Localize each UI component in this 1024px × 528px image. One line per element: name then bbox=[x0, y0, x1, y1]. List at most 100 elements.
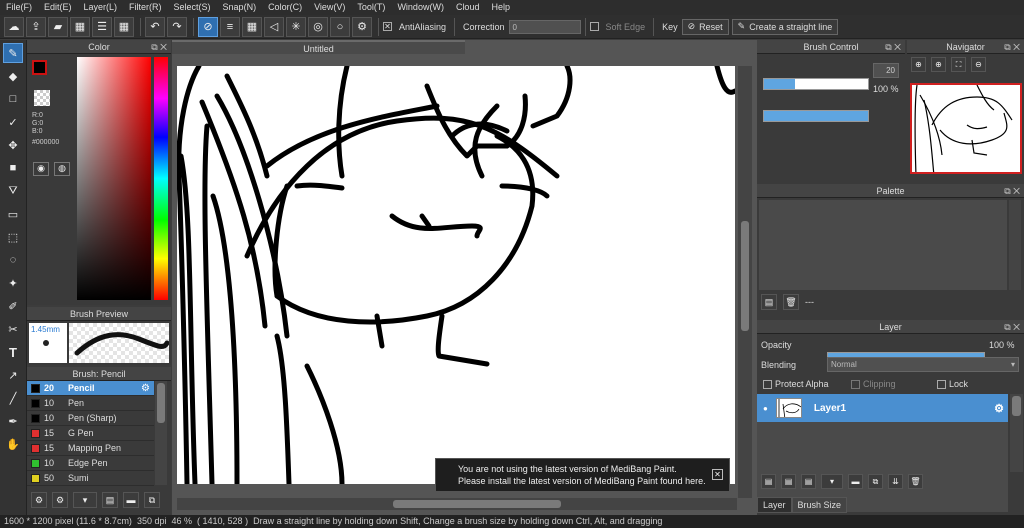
snap-parallel-icon[interactable]: ≡ bbox=[220, 16, 240, 37]
menu-item[interactable]: Tool(T) bbox=[351, 0, 391, 15]
bucket-tool-icon[interactable]: ⛛ bbox=[3, 181, 23, 201]
eyedropper-tool-icon[interactable]: ✒ bbox=[3, 411, 23, 431]
magic-wand-tool-icon[interactable]: ✦ bbox=[3, 273, 23, 293]
panel-popout-icon[interactable]: ⧉ ✕ bbox=[1004, 184, 1020, 198]
gear-icon[interactable]: ⚙ bbox=[994, 402, 1004, 415]
gradient-tool-icon[interactable]: ▭ bbox=[3, 204, 23, 224]
layer-row[interactable]: ● Layer1 ⚙ bbox=[757, 394, 1008, 422]
menu-item[interactable]: Snap(N) bbox=[217, 0, 263, 15]
transparent-color-swatch[interactable] bbox=[34, 90, 50, 106]
new-8bit-layer-icon[interactable]: ▤ bbox=[801, 474, 816, 489]
zoom-in-icon[interactable]: ⊕ bbox=[931, 57, 946, 72]
menu-item[interactable]: Color(C) bbox=[262, 0, 308, 15]
cloud-icon[interactable]: ☁ bbox=[4, 16, 24, 37]
brush-folder-icon[interactable]: ▬ bbox=[123, 492, 139, 508]
document-tab[interactable]: Untitled bbox=[172, 40, 465, 54]
zoom-in-icon[interactable]: ⊕ bbox=[911, 57, 926, 72]
brush-item[interactable]: 10 Edge Pen bbox=[27, 456, 154, 471]
color-palette-icon[interactable]: ◍ bbox=[54, 162, 70, 176]
zoom-out-icon[interactable]: ⊖ bbox=[971, 57, 986, 72]
snap-circle-icon[interactable]: ○ bbox=[330, 16, 350, 37]
tab-layer[interactable]: Layer bbox=[757, 497, 792, 513]
undo-icon[interactable]: ↶ bbox=[145, 16, 165, 37]
select-pen-tool-icon[interactable]: ✐ bbox=[3, 296, 23, 316]
panel-popout-icon[interactable]: ⧉ ✕ bbox=[151, 40, 167, 54]
palette-swatch-area[interactable] bbox=[759, 200, 1007, 290]
redo-icon[interactable]: ↷ bbox=[167, 16, 187, 37]
eye-icon[interactable]: ● bbox=[763, 404, 768, 413]
palette-scrollbar[interactable] bbox=[1009, 200, 1021, 290]
hand-tool-icon[interactable]: ✋ bbox=[3, 434, 23, 454]
fill-shape-tool-icon[interactable]: ■ bbox=[3, 158, 23, 178]
menu-item[interactable]: Select(S) bbox=[168, 0, 217, 15]
brush-copy-icon[interactable]: ⧉ bbox=[144, 492, 160, 508]
snap-grid-icon[interactable]: ▦ bbox=[242, 16, 262, 37]
pen-tool-icon[interactable]: ✓ bbox=[3, 112, 23, 132]
panel-popout-icon[interactable]: ⧉ ✕ bbox=[1004, 320, 1020, 334]
color-wheel-icon[interactable]: ◉ bbox=[33, 162, 49, 176]
straight-line-button[interactable]: ✎ Create a straight line bbox=[731, 18, 839, 35]
dot-tool-icon[interactable]: □ bbox=[3, 89, 23, 109]
antialiasing-checkbox[interactable]: ✕ bbox=[383, 22, 392, 31]
brush-item[interactable]: 50 Sumi bbox=[27, 471, 154, 486]
fit-screen-icon[interactable]: ⛶ bbox=[951, 57, 966, 72]
trash-icon[interactable]: 🗑 bbox=[908, 474, 923, 489]
grid-icon[interactable]: ▦ bbox=[114, 16, 134, 37]
divide-tool-icon[interactable]: ╱ bbox=[3, 388, 23, 408]
lock-checkbox[interactable] bbox=[937, 379, 946, 389]
trash-icon[interactable]: 🗑 bbox=[783, 294, 799, 310]
layer-scrollbar[interactable] bbox=[1010, 394, 1023, 472]
clipping-checkbox[interactable] bbox=[851, 379, 860, 389]
brush-file-icon[interactable]: ▤ bbox=[102, 492, 118, 508]
lasso-tool-icon[interactable]: ◌ bbox=[3, 250, 23, 270]
brush-item[interactable]: 10 Pen (Sharp) bbox=[27, 411, 154, 426]
move-tool-icon[interactable]: ✥ bbox=[3, 135, 23, 155]
hue-slider[interactable] bbox=[154, 57, 168, 300]
correction-select[interactable]: 0 bbox=[508, 19, 581, 34]
reset-button[interactable]: ⊘ Reset bbox=[681, 18, 729, 35]
duplicate-icon[interactable]: ⧉ bbox=[868, 474, 883, 489]
canvas-vertical-scroll-thumb[interactable] bbox=[741, 221, 749, 331]
protect-alpha-checkbox[interactable] bbox=[763, 379, 772, 389]
brush-settings-icon[interactable]: ⚙ bbox=[52, 492, 68, 508]
snap-radial-icon[interactable]: ✳ bbox=[286, 16, 306, 37]
brush-item[interactable]: 15 G Pen bbox=[27, 426, 154, 441]
brush-item[interactable]: 10 Pen bbox=[27, 396, 154, 411]
brush-list-scroll-thumb[interactable] bbox=[157, 383, 165, 423]
list-icon[interactable]: ☰ bbox=[92, 16, 112, 37]
operation-tool-icon[interactable]: ↗ bbox=[3, 365, 23, 385]
canvas-horizontal-scrollbar[interactable] bbox=[177, 498, 737, 510]
folder-icon[interactable]: ▬ bbox=[848, 474, 863, 489]
clear-icon[interactable]: ▦ bbox=[70, 16, 90, 37]
menu-item[interactable]: Window(W) bbox=[391, 0, 450, 15]
menu-item[interactable]: Edit(E) bbox=[38, 0, 78, 15]
lock-option[interactable]: Lock bbox=[937, 379, 968, 389]
close-icon[interactable]: ✕ bbox=[712, 469, 723, 480]
snap-off-icon[interactable]: ⊘ bbox=[198, 16, 218, 37]
brush-tool-icon[interactable]: ✎ bbox=[3, 43, 23, 63]
select-tool-icon[interactable]: ⬚ bbox=[3, 227, 23, 247]
export-icon[interactable]: ⇪ bbox=[26, 16, 46, 37]
snap-settings-icon[interactable]: ⚙ bbox=[352, 16, 372, 37]
brush-list-scrollbar[interactable] bbox=[155, 381, 167, 485]
menu-item[interactable]: File(F) bbox=[0, 0, 38, 15]
merge-down-icon[interactable]: ⇊ bbox=[888, 474, 903, 489]
new-page-icon[interactable]: ▤ bbox=[761, 294, 777, 310]
menu-item[interactable]: Cloud bbox=[450, 0, 486, 15]
menu-item[interactable]: Help bbox=[485, 0, 516, 15]
menu-item[interactable]: Filter(R) bbox=[123, 0, 168, 15]
menu-item[interactable]: Layer(L) bbox=[78, 0, 124, 15]
blending-select[interactable]: Normal ▾ bbox=[827, 357, 1019, 372]
add-layer-menu-icon[interactable]: ▾ bbox=[821, 474, 843, 489]
text-tool-icon[interactable]: T bbox=[3, 342, 23, 362]
snap-perspective-icon[interactable]: ◁ bbox=[264, 16, 284, 37]
update-notice[interactable]: You are not using the latest version of … bbox=[435, 458, 730, 492]
brush-add-icon[interactable]: ⚙ bbox=[31, 492, 47, 508]
brush-size-slider[interactable] bbox=[763, 78, 869, 90]
eraser-tool-icon[interactable]: ◆ bbox=[3, 66, 23, 86]
snap-concentric-icon[interactable]: ◎ bbox=[308, 16, 328, 37]
brush-item[interactable]: 15 Mapping Pen bbox=[27, 441, 154, 456]
drawing-canvas[interactable] bbox=[177, 66, 735, 484]
clipping-option[interactable]: Clipping bbox=[851, 379, 896, 389]
layer-scroll-thumb[interactable] bbox=[1012, 396, 1021, 416]
